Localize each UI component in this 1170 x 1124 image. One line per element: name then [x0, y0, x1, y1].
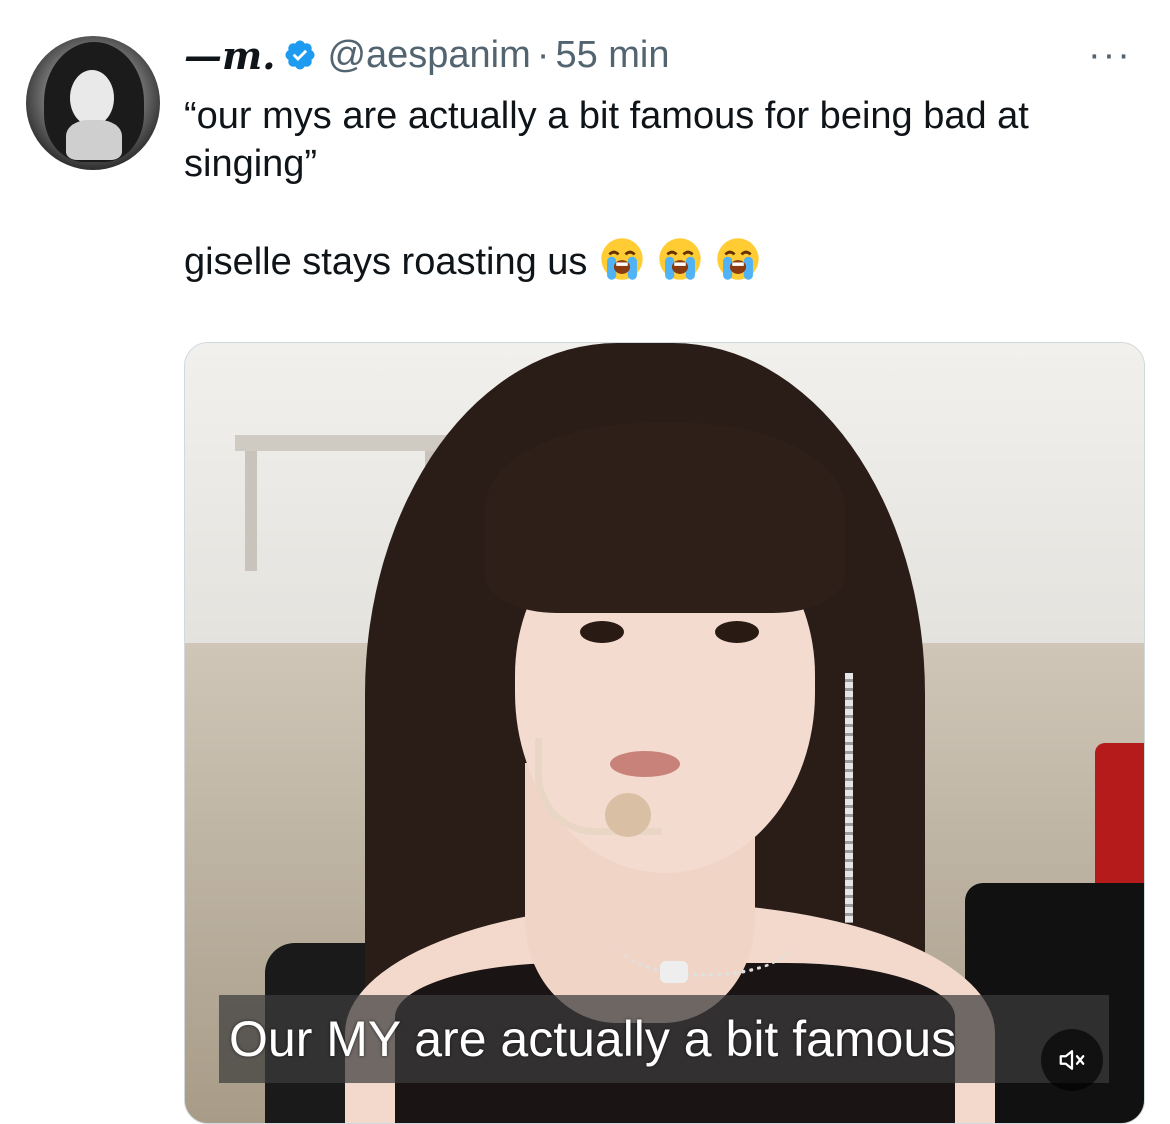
avatar-hand: [66, 120, 122, 160]
verified-badge-icon: [285, 40, 315, 70]
tweet-video[interactable]: Our MY are actually a bit famous: [184, 342, 1145, 1124]
video-subtitle: Our MY are actually a bit famous: [229, 1011, 957, 1067]
loudly-crying-face-icon: [717, 238, 760, 280]
tweet-text: “our mys are actually a bit famous for b…: [184, 92, 1154, 286]
profile-avatar[interactable]: [26, 36, 160, 170]
headset-mic: [605, 793, 651, 837]
video-table-leg: [245, 451, 257, 571]
tweet-text-line2: giselle stays roasting us: [184, 241, 588, 283]
person-eye-left: [580, 621, 624, 643]
avatar-face: [70, 70, 114, 126]
loudly-crying-face-icon: [659, 238, 702, 280]
volume-muted-icon: [1059, 1050, 1085, 1070]
display-name[interactable]: —m.: [184, 33, 275, 78]
person-bangs: [485, 423, 845, 613]
person-earring: [845, 673, 853, 923]
separator-dot: ·: [536, 33, 550, 76]
tweet-header: —m. @aespanim · 55 min: [184, 30, 670, 80]
mute-button[interactable]: [1041, 1029, 1103, 1091]
necklace-pendant: [660, 961, 688, 983]
person-necklace: [615, 903, 795, 977]
person-eye-right: [715, 621, 759, 643]
tweet-text-line1: “our mys are actually a bit famous for b…: [184, 95, 1040, 185]
user-handle[interactable]: @aespanim: [327, 34, 530, 77]
loudly-crying-face-icon: [601, 238, 644, 280]
more-options-icon[interactable]: ···: [1088, 30, 1132, 80]
tweet-timestamp[interactable]: 55 min: [555, 34, 669, 77]
